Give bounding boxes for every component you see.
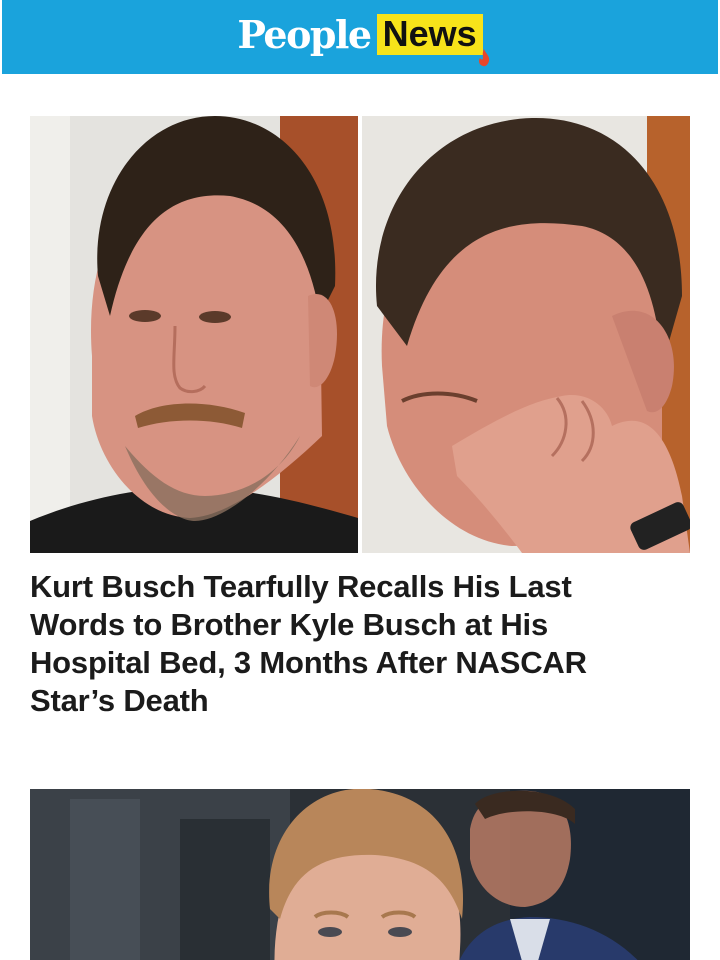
story-card[interactable] xyxy=(30,789,690,960)
people-news-logo[interactable]: People News xyxy=(237,11,489,66)
logo-news-badge: News xyxy=(376,13,489,66)
site-header: People News xyxy=(2,0,718,74)
story-card[interactable]: Kurt Busch Tearfully Recalls His Last Wo… xyxy=(30,116,690,720)
man-looking-forward-photo[interactable] xyxy=(30,116,358,553)
flame-icon xyxy=(478,48,489,66)
man-wiping-tear-photo[interactable] xyxy=(362,116,690,553)
logo-news-text: News xyxy=(376,13,483,55)
story-image-pair[interactable] xyxy=(30,116,690,553)
story-headline[interactable]: Kurt Busch Tearfully Recalls His Last Wo… xyxy=(30,568,670,720)
man-with-red-hair-photo[interactable] xyxy=(30,789,690,960)
logo-people-text: People xyxy=(237,11,372,57)
